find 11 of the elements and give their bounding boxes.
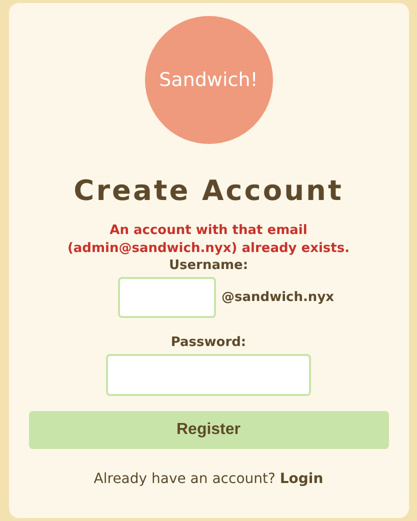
logo: Sandwich! — [144, 16, 272, 144]
login-link[interactable]: Login — [280, 471, 324, 487]
username-label: Username: — [168, 258, 248, 274]
register-button[interactable]: Register — [28, 411, 388, 449]
login-prompt: Already have an account? Login — [94, 470, 324, 489]
domain-suffix: @sandwich.nyx — [222, 288, 334, 307]
password-label: Password: — [170, 335, 246, 351]
password-field[interactable] — [106, 354, 311, 396]
error-message: An account with that email (admin@sandwich.nyx) already exists. — [66, 222, 351, 258]
page-title: Create Account — [74, 174, 344, 208]
username-field[interactable] — [118, 277, 216, 318]
